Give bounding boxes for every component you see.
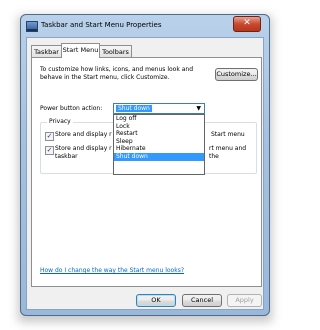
store-items-text-line2: taskbar [55, 153, 78, 160]
apply-button-label: Apply [235, 296, 254, 304]
apply-button[interactable]: Apply [227, 294, 262, 307]
window-title: Taskbar and Start Menu Properties [41, 21, 162, 29]
customize-description: To customize how links, icons, and menus… [40, 66, 194, 81]
chevron-down-icon: ▼ [196, 105, 201, 112]
close-button[interactable]: ✕ [233, 16, 261, 32]
cancel-button-label: Cancel [190, 296, 214, 304]
privacy-label: Privacy [47, 118, 73, 125]
store-programs-checkbox[interactable]: ✓ [45, 132, 54, 141]
taskbar-app-icon [26, 21, 38, 32]
tab-toolbars[interactable]: Toolbars [99, 45, 132, 57]
option-restart[interactable]: Restart [114, 130, 204, 138]
store-items-text-tail: rt menu and the [209, 145, 247, 160]
cancel-button[interactable]: Cancel [182, 294, 222, 307]
start-menu-panel: To customize how links, icons, and menus… [31, 57, 262, 287]
checkmark-icon: ✓ [46, 132, 53, 140]
tab-taskbar[interactable]: Taskbar [31, 45, 62, 57]
customize-button[interactable]: Customize... [215, 68, 258, 81]
close-icon: ✕ [243, 18, 251, 28]
ok-button[interactable]: OK [136, 294, 176, 307]
store-programs-text: Store and display r [55, 131, 112, 138]
store-items-checkbox[interactable]: ✓ [45, 146, 54, 155]
option-hibernate[interactable]: Hibernate [114, 145, 204, 153]
checkmark-icon: ✓ [46, 146, 53, 154]
power-button-label: Power button action: [40, 105, 103, 112]
power-button-value: Shut down [116, 105, 152, 112]
power-options-dropdown: Log off Lock Restart Sleep Hibernate Shu… [113, 114, 205, 175]
ok-button-label: OK [151, 296, 161, 304]
properties-dialog: Taskbar and Start Menu Properties ✕ Task… [20, 14, 270, 316]
help-link[interactable]: How do I change the way the Start menu l… [40, 267, 184, 274]
option-lock[interactable]: Lock [114, 123, 204, 131]
title-bar[interactable]: Taskbar and Start Menu Properties ✕ [21, 15, 269, 37]
tab-start-menu[interactable]: Start Menu [61, 43, 100, 58]
store-items-text: Store and display r [55, 145, 112, 152]
option-log-off[interactable]: Log off [114, 115, 204, 123]
dialog-client-area: Taskbar Start Menu Toolbars To customize… [26, 37, 264, 310]
option-sleep[interactable]: Sleep [114, 138, 204, 146]
option-shut-down[interactable]: Shut down [114, 152, 204, 161]
store-programs-text-tail: Start menu [211, 131, 245, 138]
power-button-select[interactable]: Shut down ▼ [113, 103, 205, 114]
customize-button-label: Customize... [216, 70, 257, 78]
